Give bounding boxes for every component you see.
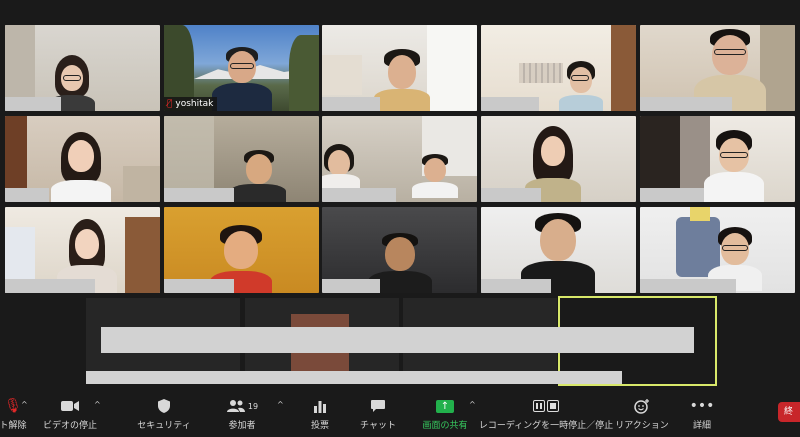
chevron-up-icon[interactable]: ^ [469, 400, 476, 409]
chat-button[interactable]: チャット [360, 396, 396, 431]
name-label-redacted [481, 97, 539, 111]
chevron-up-icon[interactable]: ^ [277, 400, 284, 409]
participant-tile[interactable] [640, 25, 795, 111]
chat-bubble-icon [370, 396, 386, 416]
participant-tile[interactable] [322, 207, 477, 293]
security-button[interactable]: セキュリティ [137, 396, 191, 431]
participant-tile[interactable] [5, 25, 160, 111]
name-label-redacted [481, 279, 551, 293]
participant-count: 19 [247, 401, 259, 411]
participants-button[interactable]: 19 参加者 [222, 396, 262, 431]
name-label: 🎙̸ yoshitak [164, 97, 218, 111]
name-label-redacted [5, 188, 49, 202]
bar-chart-icon [313, 396, 327, 416]
participant-tile[interactable] [5, 116, 160, 202]
zoom-meeting-window: 🎙̸ yoshitak 🎙 ト解除 ^ ビデオの停止 ^ セキュリティ 19 参… [0, 0, 800, 437]
participant-tile[interactable] [481, 116, 636, 202]
video-camera-icon [60, 396, 80, 416]
share-screen-icon: ↑ [436, 399, 454, 413]
name-label-redacted [640, 97, 732, 111]
participant-tile[interactable] [640, 207, 795, 293]
smiley-plus-icon [634, 396, 650, 416]
participant-name: yoshitak [175, 99, 214, 109]
participants-icon: 19 [226, 396, 258, 416]
participant-tile[interactable] [164, 207, 319, 293]
chevron-up-icon[interactable]: ^ [94, 400, 101, 409]
participant-tile[interactable] [164, 116, 319, 202]
name-label-redacted [5, 279, 95, 293]
recording-controls-button[interactable]: レコーディングを一時停止／停止 [479, 396, 613, 431]
stop-video-button[interactable]: ビデオの停止 [42, 396, 98, 431]
name-label-redacted [640, 188, 704, 202]
stop-icon [547, 400, 559, 412]
name-label-redacted [481, 188, 541, 202]
meeting-toolbar: 🎙 ト解除 ^ ビデオの停止 ^ セキュリティ 19 参加者 ^ 投票 チャット… [0, 394, 800, 437]
name-label-redacted [322, 279, 380, 293]
name-label-redacted [640, 279, 736, 293]
more-button[interactable]: ••• 詳細 [689, 396, 715, 431]
mic-muted-icon: 🎙 [4, 398, 22, 414]
redaction-bar [86, 371, 622, 384]
participant-tile[interactable] [481, 207, 636, 293]
participant-tile[interactable] [640, 116, 795, 202]
ellipsis-icon: ••• [689, 398, 715, 414]
participant-tile[interactable] [322, 116, 477, 202]
participant-tile[interactable] [322, 25, 477, 111]
redaction-bar [101, 327, 694, 353]
name-label-redacted [322, 188, 396, 202]
pause-icon [533, 400, 545, 412]
name-label-redacted [5, 97, 61, 111]
poll-button[interactable]: 投票 [305, 396, 335, 431]
shield-icon [157, 396, 171, 416]
name-label-redacted [164, 188, 234, 202]
chevron-up-icon[interactable]: ^ [21, 400, 28, 409]
end-meeting-button[interactable]: 終 [778, 402, 800, 422]
share-screen-button[interactable]: ↑ 画面の共有 [420, 396, 470, 431]
participant-tile[interactable] [481, 25, 636, 111]
participant-tile[interactable]: 🎙̸ yoshitak [164, 25, 319, 111]
mic-muted-icon: 🎙̸ [167, 99, 173, 109]
name-label-redacted [164, 279, 234, 293]
participant-tile[interactable] [5, 207, 160, 293]
reactions-button[interactable]: リアクション [615, 396, 669, 431]
name-label-redacted [322, 97, 380, 111]
